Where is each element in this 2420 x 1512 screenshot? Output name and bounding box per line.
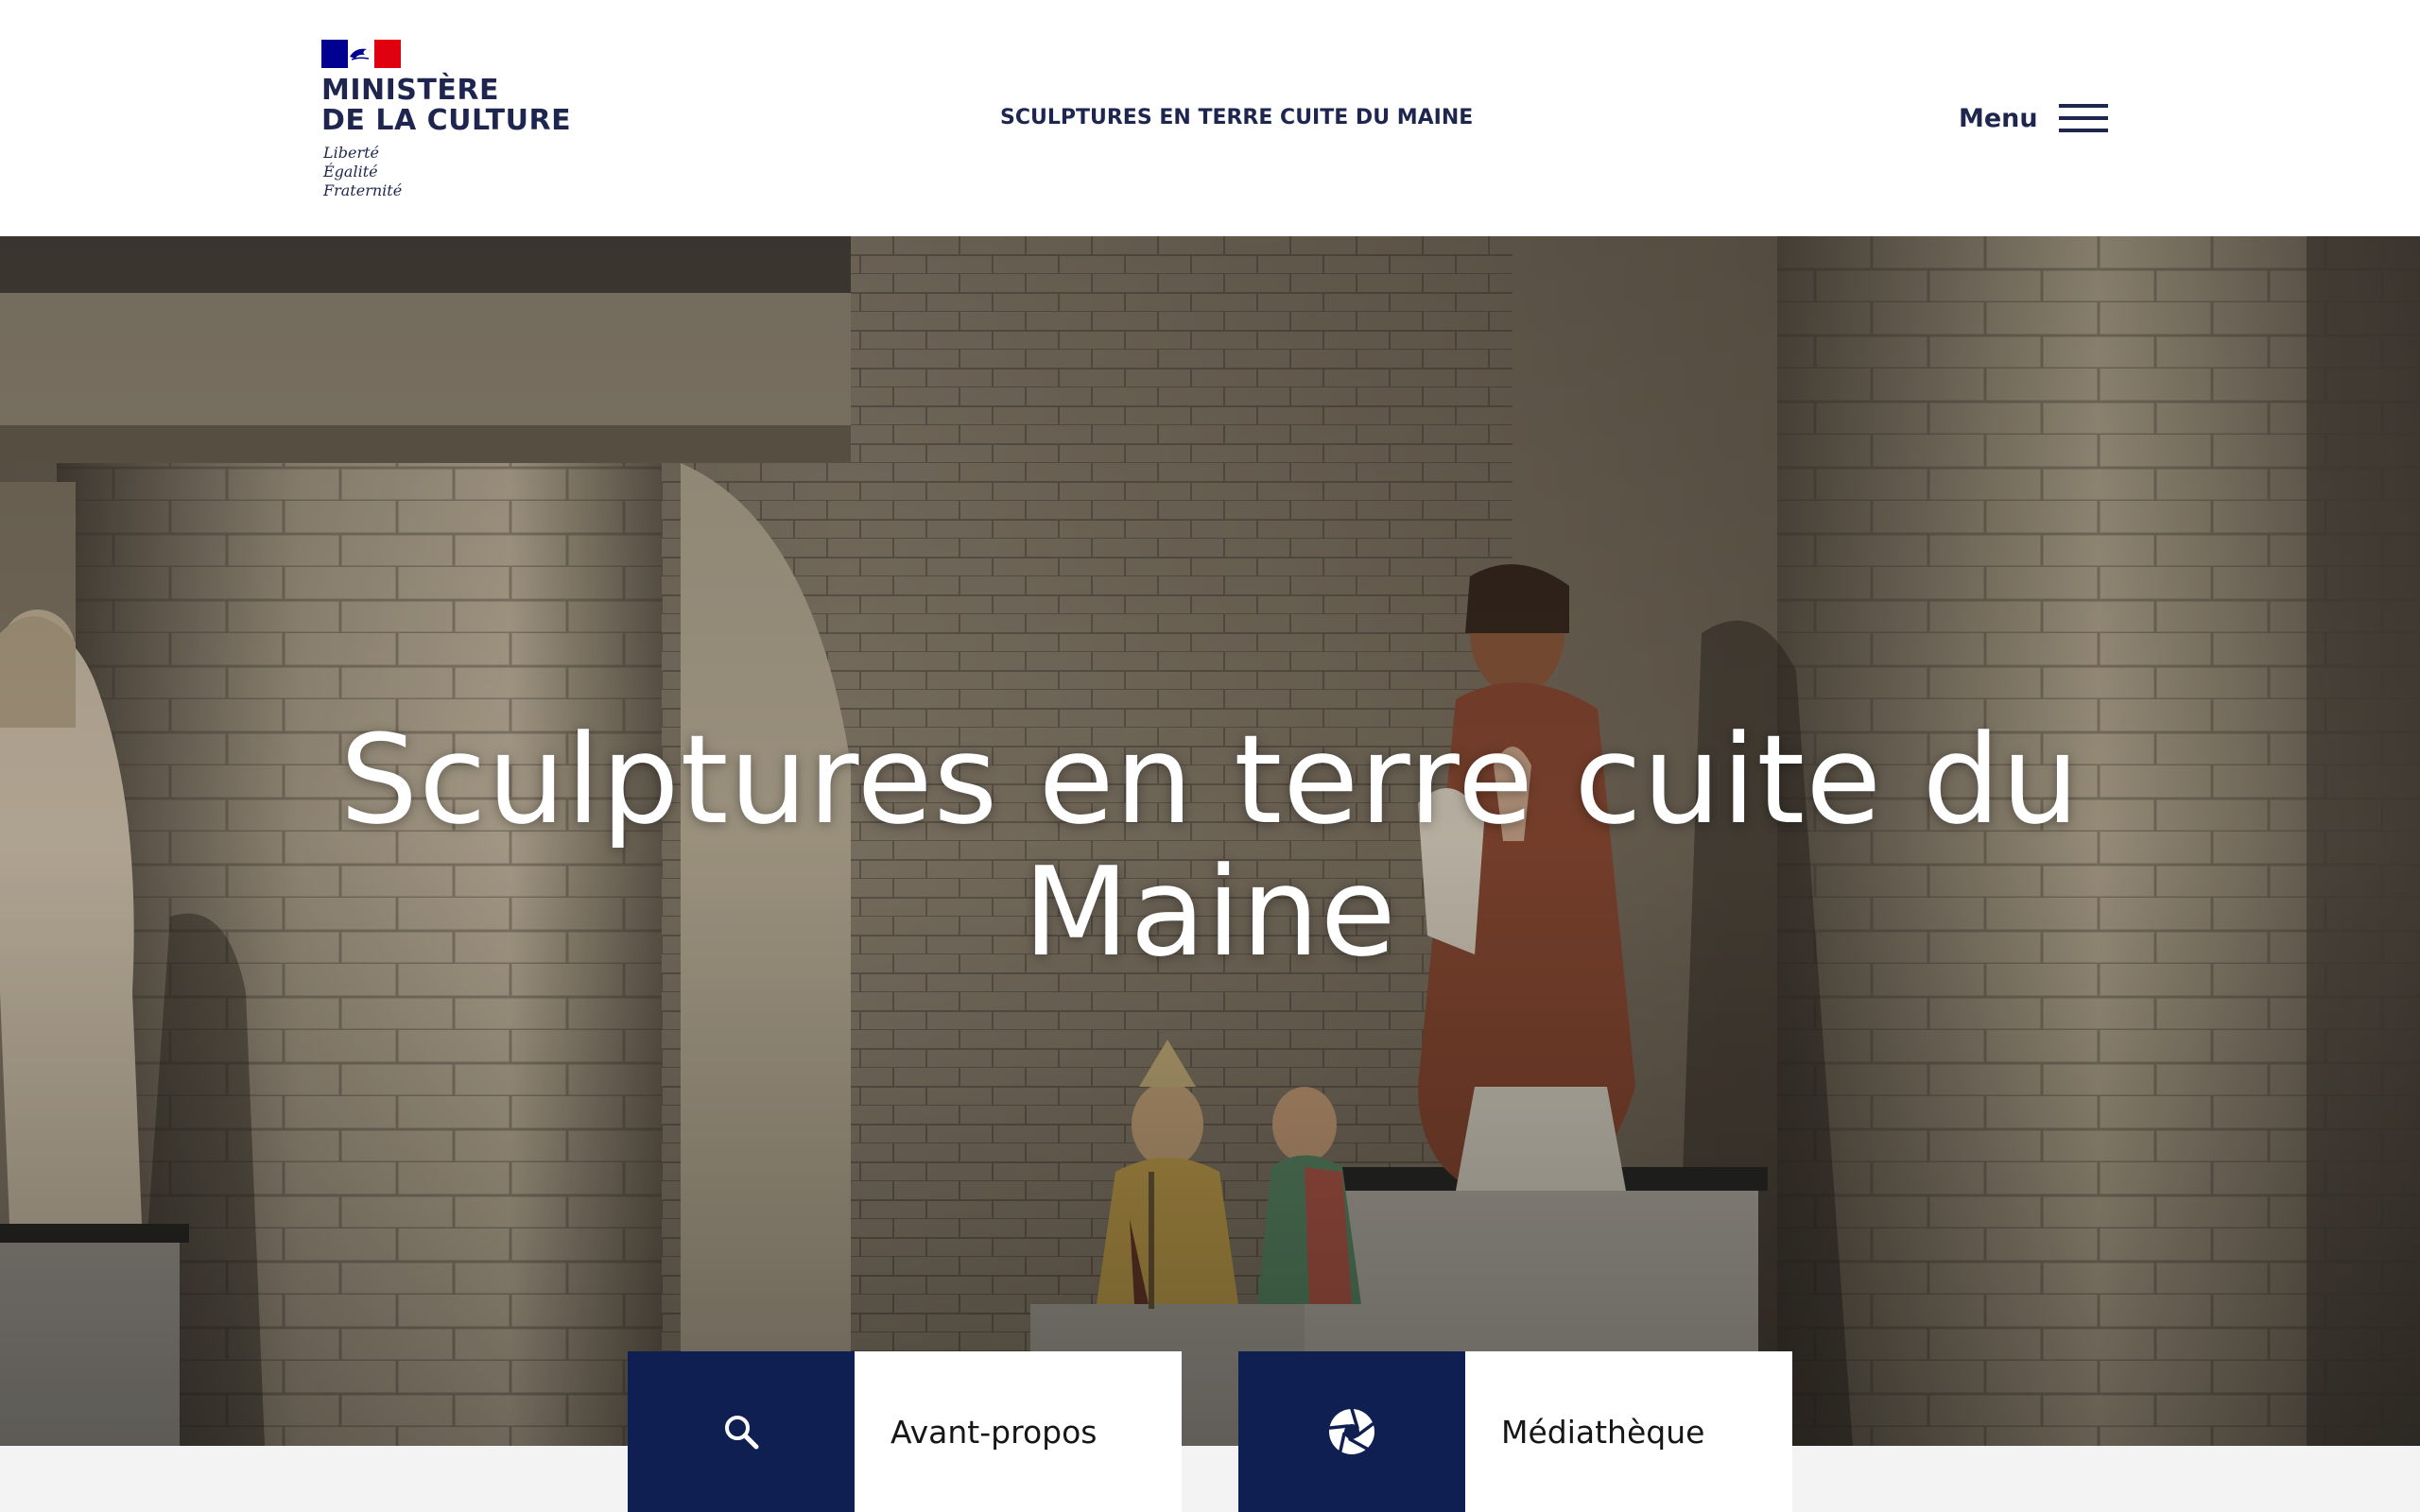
hero-banner: Sculptures en terre cuite du Maine xyxy=(0,236,2420,1446)
ministry-name: MINISTÈRE DE LA CULTURE xyxy=(321,74,572,137)
card-mediatheque[interactable]: Médiathèque xyxy=(1238,1351,1792,1512)
menu-button[interactable]: Menu xyxy=(1959,96,2108,140)
site-title-link[interactable]: SCULPTURES EN TERRE CUITE DU MAINE xyxy=(1000,106,1473,130)
marianne-profile-icon xyxy=(350,48,370,60)
menu-label: Menu xyxy=(1959,103,2038,133)
card-label: Médiathèque xyxy=(1501,1413,1705,1451)
card-icon-box xyxy=(1238,1351,1465,1512)
hamburger-icon xyxy=(2058,104,2108,132)
site-header: MINISTÈRE DE LA CULTURE Liberté Égalité … xyxy=(0,0,2420,236)
card-avant-propos[interactable]: Avant-propos xyxy=(628,1351,1182,1512)
card-label: Avant-propos xyxy=(890,1413,1098,1451)
republic-motto: Liberté Égalité Fraternité xyxy=(323,144,403,199)
ministry-logo[interactable]: MINISTÈRE DE LA CULTURE Liberté Égalité … xyxy=(321,38,571,208)
content-band xyxy=(0,1446,2420,1512)
search-icon xyxy=(725,1416,759,1450)
camera-aperture-icon xyxy=(1328,1407,1374,1454)
card-icon-box xyxy=(628,1351,855,1512)
hero-title: Sculptures en terre cuite du Maine xyxy=(339,708,2081,984)
